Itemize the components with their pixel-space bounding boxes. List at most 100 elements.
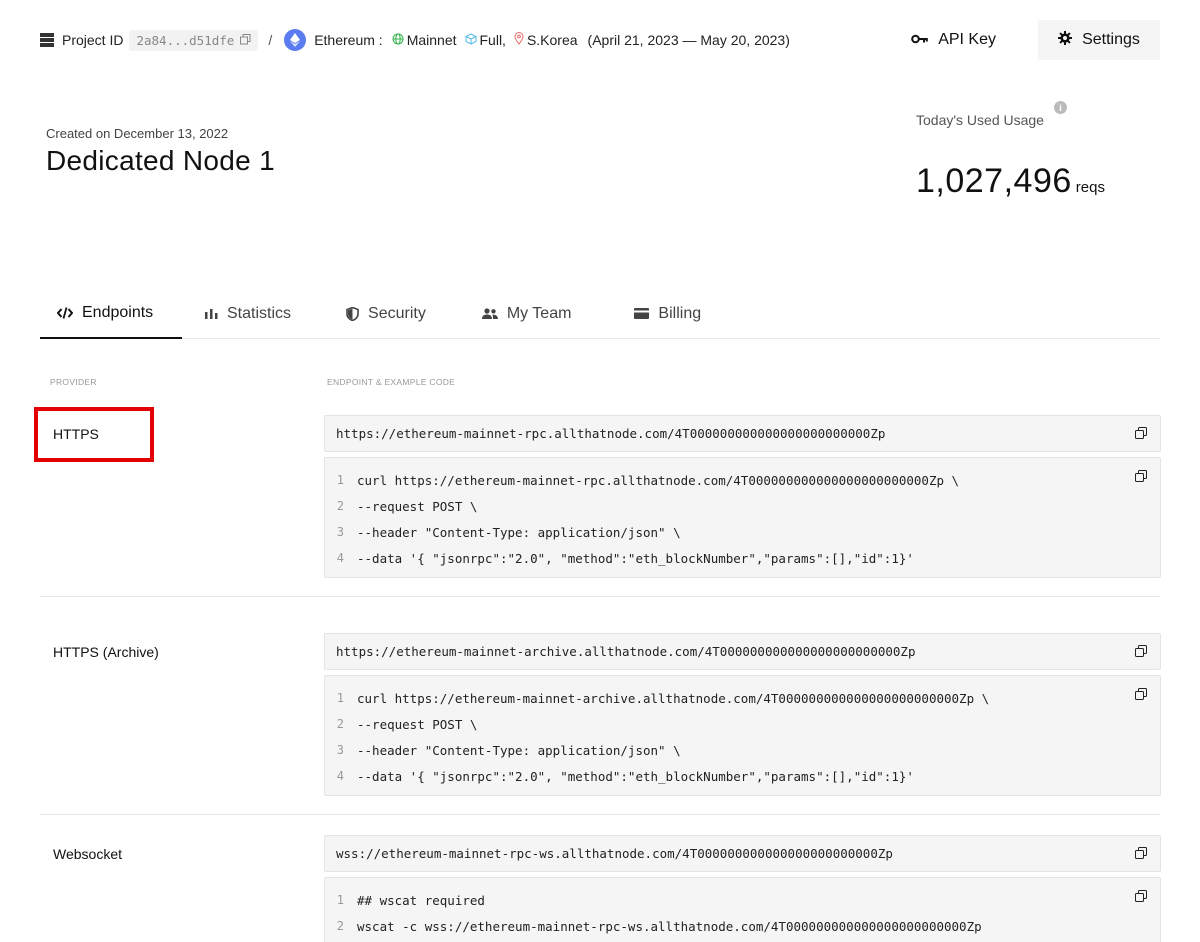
code-text: --request POST \ <box>357 498 478 514</box>
bar-chart-icon <box>205 308 218 319</box>
tab-billing-label: Billing <box>658 304 702 322</box>
code-text: wscat -c wss://ethereum-mainnet-rpc-ws.a… <box>357 918 982 934</box>
line-number: 2 <box>336 499 344 513</box>
code-text: --data '{ "jsonrpc":"2.0", "method":"eth… <box>357 768 914 784</box>
line-number: 2 <box>336 919 344 933</box>
location-pin-icon <box>514 32 524 48</box>
code-text: --data '{ "jsonrpc":"2.0", "method":"eth… <box>357 550 914 566</box>
divider <box>40 596 1160 597</box>
project-id-value: 2a84...d51dfe <box>136 32 235 48</box>
net-type: Mainnet <box>392 32 457 48</box>
code-example: 1 curl https://ethereum-mainnet-rpc.allth… <box>324 457 1161 578</box>
code-line: 1 ## wscat required <box>325 887 1160 913</box>
top-bar: Project ID 2a84...d51dfe / Ethereum : Ma… <box>40 20 1160 60</box>
line-number: 4 <box>336 551 344 565</box>
billing-period: (April 21, 2023 — May 20, 2023) <box>587 32 790 48</box>
tab-endpoints-label: Endpoints <box>82 303 154 321</box>
code-line: 4 --data '{ "jsonrpc":"2.0", "method":"et… <box>325 545 1160 571</box>
provider-name: Websocket <box>53 846 122 862</box>
tab-security[interactable]: Security <box>346 288 426 339</box>
server-icon <box>40 33 54 47</box>
line-number: 1 <box>336 473 344 487</box>
line-number: 3 <box>336 743 344 757</box>
usage-value: 1,027,496 reqs <box>916 162 1105 201</box>
usage-number: 1,027,496 <box>916 162 1072 200</box>
endpoint-url[interactable]: https://ethereum-mainnet-rpc.allthatnode… <box>324 415 1161 452</box>
created-date: Created on December 13, 2022 <box>46 126 229 141</box>
endpoint-column-header: ENDPOINT & EXAMPLE CODE <box>327 377 456 387</box>
line-number: 3 <box>336 525 344 539</box>
ethereum-icon <box>284 29 307 51</box>
code-text: --header "Content-Type: application/json… <box>357 524 681 540</box>
project-id-box[interactable]: 2a84...d51dfe <box>129 29 259 51</box>
code-icon <box>57 306 73 319</box>
endpoint-url-text: wss://ethereum-mainnet-rpc-ws.allthatnod… <box>336 846 893 861</box>
tab-my-team[interactable]: My Team <box>481 288 571 339</box>
endpoint-url-text: https://ethereum-mainnet-rpc.allthatnode… <box>336 426 886 441</box>
code-text: --request POST \ <box>357 716 478 732</box>
provider-name: HTTPS (Archive) <box>53 644 159 660</box>
key-icon <box>911 31 928 49</box>
code-line: 1 curl https://ethereum-mainnet-archive.a… <box>325 685 1160 711</box>
net-type-label: Mainnet <box>406 32 457 48</box>
tab-bar: Endpoints Statistics Security My Team Bi… <box>40 288 1160 339</box>
code-line: 3 --header "Content-Type: application/jso… <box>325 519 1160 545</box>
code-line: 2 --request POST \ <box>325 493 1160 519</box>
node-type-label: Full, <box>479 32 506 48</box>
cube-icon <box>465 32 477 48</box>
copy-icon[interactable] <box>1135 645 1147 657</box>
usage-unit: reqs <box>1075 179 1105 196</box>
code-text: --header "Content-Type: application/json… <box>357 742 681 758</box>
breadcrumb: Project ID 2a84...d51dfe / Ethereum : Ma… <box>40 29 790 51</box>
copy-icon[interactable] <box>1135 427 1147 439</box>
copy-icon[interactable] <box>1135 890 1147 902</box>
code-line: 3 --header "Content-Type: application/jso… <box>325 737 1160 763</box>
settings-button[interactable]: Settings <box>1038 20 1160 60</box>
shield-icon <box>346 306 359 321</box>
code-text: curl https://ethereum-mainnet-rpc.alltha… <box>357 472 960 488</box>
line-number: 4 <box>336 769 344 783</box>
endpoint-url-text: https://ethereum-mainnet-archive.allthat… <box>336 644 916 659</box>
tab-statistics-label: Statistics <box>227 304 292 322</box>
provider-column-header: PROVIDER <box>50 377 97 387</box>
highlight-box <box>34 407 154 462</box>
node-type: Full, <box>465 32 506 48</box>
region: S.Korea <box>514 32 578 48</box>
tab-endpoints[interactable]: Endpoints <box>40 288 182 339</box>
people-icon <box>481 308 498 319</box>
credit-card-icon <box>634 308 650 319</box>
copy-icon[interactable] <box>1135 688 1147 700</box>
globe-icon <box>392 32 404 48</box>
page-title: Dedicated Node 1 <box>46 145 275 176</box>
endpoint-url[interactable]: wss://ethereum-mainnet-rpc-ws.allthatnod… <box>324 835 1161 872</box>
tab-security-label: Security <box>368 304 426 322</box>
copy-icon[interactable] <box>1135 470 1147 482</box>
code-line: 2 wscat -c wss://ethereum-mainnet-rpc-ws.… <box>325 913 1160 939</box>
line-number: 2 <box>336 717 344 731</box>
code-line: 2 --request POST \ <box>325 711 1160 737</box>
project-id-label: Project ID <box>62 32 124 48</box>
tab-billing[interactable]: Billing <box>634 288 701 339</box>
code-example: 1 ## wscat required 2 wscat -c wss://ether… <box>324 877 1161 942</box>
usage-label: Today's Used Usage <box>916 112 1044 128</box>
endpoint-url[interactable]: https://ethereum-mainnet-archive.allthat… <box>324 633 1161 670</box>
code-example: 1 curl https://ethereum-mainnet-archive.a… <box>324 675 1161 796</box>
copy-icon[interactable] <box>240 33 251 48</box>
line-number: 1 <box>336 893 344 907</box>
code-line: 4 --data '{ "jsonrpc":"2.0", "method":"et… <box>325 763 1160 789</box>
copy-icon[interactable] <box>1135 847 1147 859</box>
info-icon[interactable]: i <box>1054 101 1067 114</box>
region-label: S.Korea <box>526 32 578 48</box>
api-key-label: API Key <box>938 31 996 48</box>
code-line: 1 curl https://ethereum-mainnet-rpc.allth… <box>325 467 1160 493</box>
code-text: curl https://ethereum-mainnet-archive.al… <box>357 690 990 706</box>
line-number: 1 <box>336 691 344 705</box>
network-label: Ethereum : <box>314 32 383 48</box>
divider <box>40 814 1160 815</box>
settings-label: Settings <box>1082 31 1140 48</box>
tab-statistics[interactable]: Statistics <box>205 288 291 339</box>
api-key-button[interactable]: API Key <box>911 31 996 49</box>
code-text: ## wscat required <box>357 892 485 908</box>
breadcrumb-separator: / <box>268 32 273 48</box>
gear-icon <box>1058 30 1073 50</box>
